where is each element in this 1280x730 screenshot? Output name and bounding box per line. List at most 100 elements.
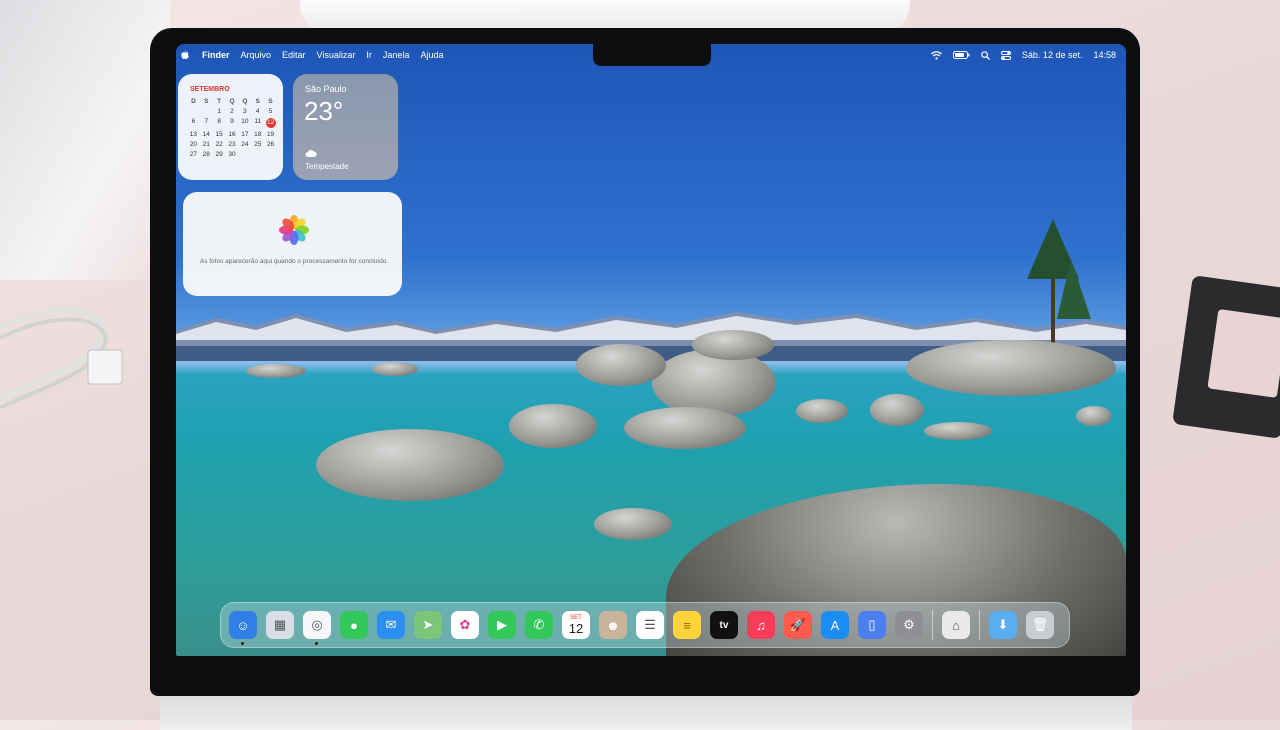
archive-utility-icon[interactable]: ⌂ bbox=[942, 611, 970, 639]
weather-city: São Paulo bbox=[305, 84, 347, 94]
calendar-day: 24 bbox=[241, 141, 249, 148]
calendar-day: 20 bbox=[189, 141, 198, 148]
boulder bbox=[594, 508, 672, 540]
messages-icon[interactable]: ● bbox=[340, 611, 368, 639]
maps-glyph: ➤ bbox=[422, 617, 434, 632]
boulder bbox=[624, 407, 746, 449]
calendar-day bbox=[187, 108, 200, 115]
messages-glyph: ● bbox=[350, 617, 358, 633]
calendar-day bbox=[264, 151, 277, 158]
music-glyph: ♫ bbox=[756, 617, 766, 633]
calendar-day: 28 bbox=[202, 151, 210, 158]
maps-icon[interactable]: ➤ bbox=[414, 611, 442, 639]
boulder bbox=[246, 364, 306, 378]
calendar-day: 26 bbox=[266, 141, 275, 148]
tv-icon[interactable]: tv bbox=[710, 611, 738, 639]
boulder bbox=[692, 330, 774, 360]
calendar-day: 30 bbox=[228, 151, 236, 158]
calendar-day bbox=[238, 151, 251, 158]
phone-icon[interactable]: ✆ bbox=[525, 611, 553, 639]
rocket-glyph: 🚀 bbox=[789, 617, 807, 632]
weather-temperature: 23° bbox=[304, 96, 344, 126]
calendar-icon[interactable]: SET 12 bbox=[562, 611, 590, 639]
launchpad-glyph: ▦ bbox=[273, 617, 287, 632]
boulder bbox=[1076, 406, 1112, 426]
laptop-base bbox=[160, 690, 1132, 730]
calendar-day: 18 bbox=[254, 131, 262, 138]
running-indicator bbox=[315, 642, 318, 645]
boulder bbox=[316, 429, 504, 501]
calendar-day: 21 bbox=[202, 141, 210, 148]
window-light bbox=[0, 0, 170, 280]
rocket-icon[interactable]: 🚀 bbox=[784, 611, 812, 639]
system-settings-glyph: ⚙ bbox=[903, 617, 915, 632]
facetime-icon[interactable]: ▶ bbox=[488, 611, 516, 639]
boulder bbox=[372, 362, 418, 376]
weekday-header: T bbox=[217, 98, 222, 105]
contacts-icon[interactable]: ☻ bbox=[599, 611, 627, 639]
menu-visualizar[interactable]: Visualizar bbox=[317, 50, 356, 60]
calendar-grid: D S T Q Q S S 1 2 3 4 5 6 7 8 9 10 11 12 13 14 15 16 17 18 19 20 21… bbox=[187, 98, 277, 158]
calendar-day: 1 bbox=[217, 108, 221, 115]
menu-janela[interactable]: Janela bbox=[383, 50, 410, 60]
calendar-month: SETEMBRO bbox=[190, 86, 230, 93]
calendar-day: 2 bbox=[230, 108, 234, 115]
calendar-today: 12 bbox=[265, 118, 276, 128]
menubar-date[interactable]: Sáb. 12 de set. bbox=[1022, 50, 1083, 60]
menu-finder[interactable]: Finder bbox=[202, 50, 230, 60]
calendar-day: 8 bbox=[217, 118, 221, 125]
photos-icon[interactable]: ✿ bbox=[451, 611, 479, 639]
control-center-icon[interactable] bbox=[1000, 50, 1011, 60]
app-store-glyph: A bbox=[830, 617, 840, 633]
safari-icon[interactable]: ◎ bbox=[303, 611, 331, 645]
screen: Finder Arquivo Editar Visualizar Ir Jane… bbox=[176, 44, 1126, 656]
weekday-header: S bbox=[204, 98, 209, 105]
calendar-day: 17 bbox=[241, 131, 249, 138]
weather-condition: Tempestade bbox=[305, 162, 349, 171]
menu-arquivo[interactable]: Arquivo bbox=[241, 50, 272, 60]
launchpad-icon[interactable]: ▦ bbox=[266, 611, 294, 639]
boulder bbox=[870, 394, 924, 426]
tree bbox=[1027, 219, 1091, 349]
weather-widget[interactable]: São Paulo 23° Tempestade bbox=[293, 74, 398, 180]
calendar-widget[interactable]: SETEMBRO D S T Q Q S S 1 2 3 4 5 6 7 8 9 10 11 12 13 14 15 16 1… bbox=[178, 74, 283, 180]
finder-glyph: ☺ bbox=[236, 617, 250, 633]
trash-glyph: 🗑 bbox=[1031, 617, 1049, 632]
menu-editar[interactable]: Editar bbox=[282, 50, 306, 60]
reminders-icon[interactable]: ☰ bbox=[636, 611, 664, 639]
calendar-day bbox=[251, 151, 264, 158]
calendar-day: 25 bbox=[254, 141, 262, 148]
boulder bbox=[796, 399, 848, 423]
menu-ir[interactable]: Ir bbox=[366, 50, 372, 60]
calendar-day: 22 bbox=[215, 141, 223, 148]
calendar-day: 15 bbox=[215, 131, 223, 138]
spotlight-search-icon[interactable] bbox=[981, 50, 990, 60]
notes-icon[interactable]: ≡ bbox=[673, 611, 701, 639]
menubar-time[interactable]: 14:58 bbox=[1093, 50, 1116, 60]
tv-glyph: tv bbox=[719, 619, 729, 631]
charging-cable bbox=[0, 307, 123, 408]
calendar-day: 10 bbox=[241, 118, 249, 125]
calendar-day: 19 bbox=[266, 131, 275, 138]
mail-icon[interactable]: ✉ bbox=[377, 611, 405, 639]
running-indicator bbox=[241, 642, 244, 645]
calendar-day: 12 bbox=[264, 118, 277, 128]
boulder bbox=[509, 404, 597, 448]
wifi-icon[interactable] bbox=[930, 50, 942, 60]
app-store-icon[interactable]: A bbox=[821, 611, 849, 639]
dock: ☺ ▦ ◎ ● ✉ ➤ ✿ ▶ ✆ SET 12 ☻ ☰ ≡ tv ♫ 🚀 A ▯ ⚙ ⌂ ⬇ 🗑 bbox=[220, 602, 1070, 648]
photos-widget[interactable]: As fotos aparecerão aqui quando o proces… bbox=[183, 192, 402, 296]
trash-icon[interactable]: 🗑 bbox=[1026, 611, 1054, 639]
music-icon[interactable]: ♫ bbox=[747, 611, 775, 639]
iphone-mirroring-icon[interactable]: ▯ bbox=[858, 611, 886, 639]
boulder bbox=[906, 340, 1116, 396]
apple-menu-icon[interactable] bbox=[180, 50, 190, 60]
downloads-folder-icon[interactable]: ⬇ bbox=[989, 611, 1017, 639]
menu-ajuda[interactable]: Ajuda bbox=[420, 50, 443, 60]
battery-icon[interactable] bbox=[952, 51, 970, 59]
dock-separator bbox=[979, 610, 980, 640]
weekday-header: S bbox=[268, 98, 273, 105]
finder-icon[interactable]: ☺ bbox=[229, 611, 257, 645]
calendar-day: 23 bbox=[228, 141, 236, 148]
system-settings-icon[interactable]: ⚙ bbox=[895, 611, 923, 639]
